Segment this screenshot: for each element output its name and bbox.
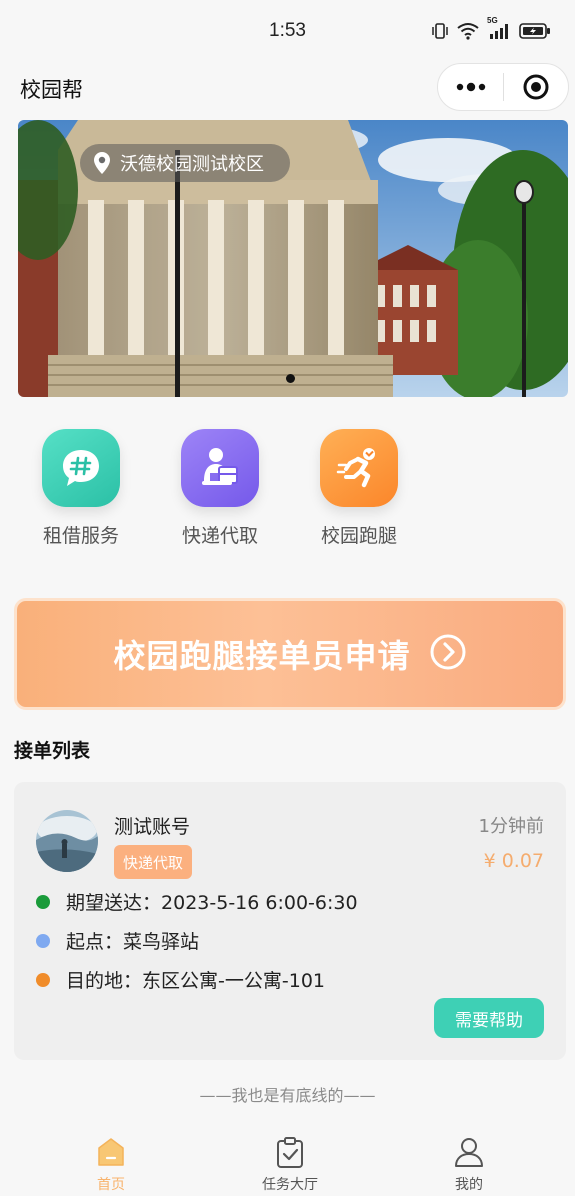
home-icon — [51, 1134, 171, 1170]
location-chip[interactable]: 沃德校园测试校区 — [80, 144, 290, 182]
vibrate-icon — [431, 22, 449, 40]
more-dots-icon[interactable] — [438, 64, 503, 110]
tab-label: 首页 — [97, 1177, 125, 1193]
hashtag-chat-icon — [42, 429, 120, 507]
wifi-icon — [457, 22, 479, 40]
chevron-right-circle-icon — [429, 633, 467, 675]
user-icon — [409, 1134, 529, 1170]
service-grid: 租借服务 快递代取 校园跑腿 — [0, 425, 575, 555]
apply-banner-text: 校园跑腿接单员申请 — [113, 637, 411, 675]
need-help-button[interactable]: 需要帮助 — [434, 998, 544, 1038]
network-badge: 5G — [487, 16, 498, 25]
order-card[interactable]: 测试账号 快递代取 1分钟前 ¥ 0.07 期望送达：2023-5-16 6:0… — [14, 782, 566, 1060]
tab-label: 任务大厅 — [262, 1177, 318, 1193]
destination-label: 目的地： — [66, 970, 143, 992]
origin-label: 起点： — [66, 931, 124, 953]
expected-label: 期望送达： — [66, 892, 162, 914]
status-dot-orange — [36, 972, 50, 987]
order-expected-row: 期望送达：2023-5-16 6:00-6:30 — [36, 888, 358, 915]
running-person-icon — [320, 429, 398, 507]
status-dot-green — [36, 894, 50, 909]
cellular-signal-icon: 5G — [487, 16, 511, 40]
avatar — [36, 810, 98, 872]
order-time-ago: 1分钟前 — [478, 816, 544, 837]
expected-value: 2023-5-16 6:00-6:30 — [161, 892, 358, 914]
order-list-title: 接单列表 — [14, 740, 91, 762]
tab-bar: 首页 任务大厅 我的 — [0, 1124, 575, 1196]
order-price: ¥ 0.07 — [483, 850, 544, 872]
status-dot-blue — [36, 933, 50, 948]
service-label: 租借服务 — [42, 525, 119, 547]
nav-bar: 校园帮 — [0, 60, 575, 116]
target-circle-icon[interactable] — [504, 64, 568, 110]
battery-charging-icon — [519, 22, 551, 40]
tab-mine[interactable]: 我的 — [409, 1134, 529, 1194]
banner-indicator-dot — [286, 374, 295, 383]
tab-label: 我的 — [455, 1177, 483, 1193]
origin-value: 菜鸟驿站 — [123, 931, 200, 953]
service-errand[interactable]: 校园跑腿 — [309, 425, 409, 548]
order-destination-row: 目的地：东区公寓-一公寓-101 — [36, 966, 325, 993]
end-of-list-note: ——我也是有底线的—— — [199, 1086, 376, 1105]
location-pin-icon — [94, 152, 110, 174]
location-label: 沃德校园测试校区 — [120, 154, 264, 175]
clipboard-check-icon — [230, 1134, 350, 1170]
tab-home[interactable]: 首页 — [51, 1134, 171, 1194]
campus-banner[interactable]: 沃德校园测试校区 — [18, 120, 568, 397]
status-bar: 1:53 5G — [0, 0, 575, 60]
courier-package-icon — [181, 429, 259, 507]
order-username: 测试账号 — [114, 816, 191, 838]
mini-program-capsule — [437, 63, 569, 111]
service-label: 校园跑腿 — [320, 525, 397, 547]
order-origin-row: 起点：菜鸟驿站 — [36, 927, 199, 954]
service-courier[interactable]: 快递代取 — [170, 425, 270, 548]
page-title: 校园帮 — [20, 78, 83, 102]
courier-apply-banner[interactable]: 校园跑腿接单员申请 — [14, 598, 566, 710]
service-rental[interactable]: 租借服务 — [31, 425, 131, 548]
tab-task-hall[interactable]: 任务大厅 — [230, 1134, 350, 1194]
status-icons: 5G — [431, 16, 551, 42]
order-type-badge: 快递代取 — [114, 845, 193, 879]
service-label: 快递代取 — [181, 525, 258, 547]
destination-value: 东区公寓-一公寓-101 — [142, 970, 325, 992]
